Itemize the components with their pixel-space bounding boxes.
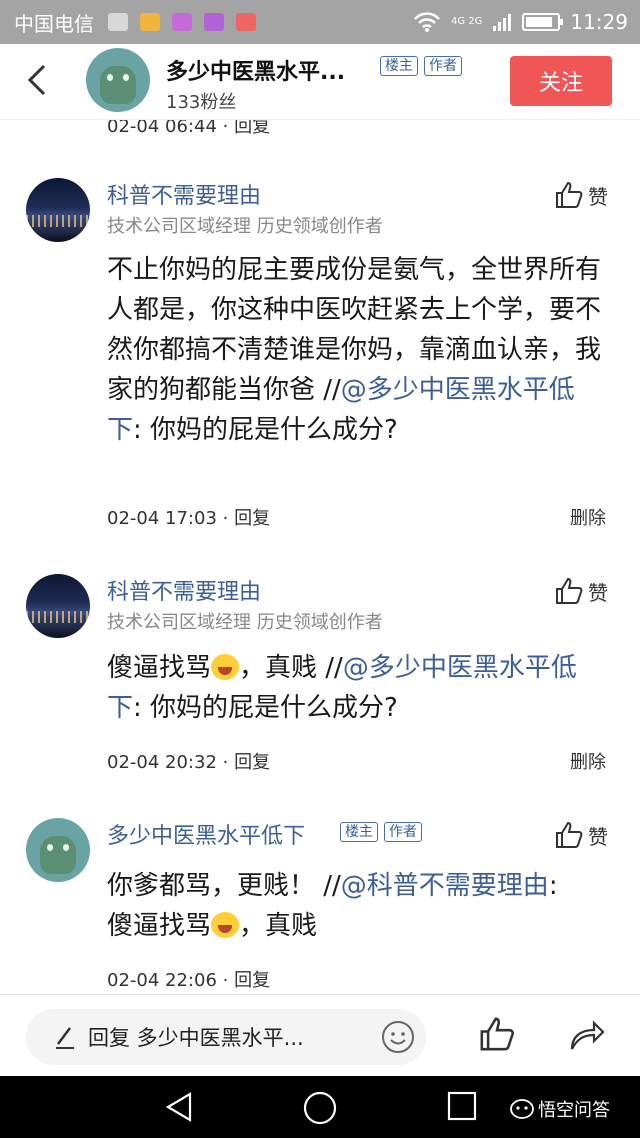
mention-link[interactable]: @科普不需要理由 bbox=[341, 871, 549, 901]
watermark-text: 悟空问答 bbox=[538, 1100, 610, 1121]
quoted-text: : 你妈的屁是什么成分? bbox=[133, 415, 398, 445]
author-tag: 作者 bbox=[384, 822, 422, 842]
thumbs-up-icon bbox=[556, 181, 583, 208]
avatar[interactable] bbox=[26, 178, 90, 242]
comment-author[interactable]: 科普不需要理由 bbox=[107, 574, 261, 606]
nav-recents-icon[interactable] bbox=[446, 1090, 478, 1122]
delete-button[interactable]: 删除 bbox=[570, 504, 606, 530]
quoted-text: : 你妈的屁是什么成分? bbox=[133, 693, 398, 723]
comment-body-cont: ，真贱 // bbox=[239, 653, 343, 683]
keyboard-icon bbox=[204, 13, 224, 31]
like-button[interactable]: 赞 bbox=[554, 576, 608, 606]
frog-eye-left bbox=[46, 844, 53, 852]
clock: 11:29 bbox=[570, 10, 628, 34]
colon: : bbox=[548, 871, 558, 901]
gallery-icon bbox=[172, 13, 192, 31]
thumbs-up-icon bbox=[556, 821, 583, 848]
mail-icon bbox=[140, 13, 160, 31]
network-type-label: 4G 2G bbox=[450, 16, 483, 27]
profile-header: 多少中医黑水平... 楼主 作者 133粉丝 关注 bbox=[0, 44, 640, 120]
laugh-cry-emoji-icon bbox=[211, 912, 240, 938]
thumbs-up-icon bbox=[556, 577, 583, 604]
comment-body: 傻逼找骂 bbox=[107, 653, 212, 683]
frog-face-icon bbox=[100, 65, 136, 105]
frog-eye-left bbox=[106, 74, 113, 82]
battery-icon bbox=[522, 13, 564, 31]
header-tags: 楼主 作者 bbox=[380, 56, 462, 76]
comment-meta[interactable]: 02-04 17:03 · 回复 bbox=[107, 504, 270, 530]
avatar[interactable] bbox=[86, 48, 150, 112]
owner-tag: 楼主 bbox=[340, 822, 378, 842]
status-bar: 中国电信 4G 2G 11:29 bbox=[0, 0, 640, 44]
like-label: 赞 bbox=[588, 580, 608, 605]
frog-eye-right bbox=[123, 74, 130, 82]
like-label: 赞 bbox=[588, 184, 608, 209]
like-label: 赞 bbox=[588, 824, 608, 849]
signal-icon bbox=[493, 14, 512, 31]
frog-face-icon bbox=[40, 835, 76, 875]
like-button[interactable]: 赞 bbox=[554, 820, 608, 850]
comment-author[interactable]: 科普不需要理由 bbox=[107, 178, 261, 210]
bottom-action-bar: 回复 多少中医黑水平... bbox=[0, 994, 640, 1076]
avatar[interactable] bbox=[26, 574, 90, 638]
back-icon[interactable] bbox=[18, 60, 58, 100]
author-tag: 作者 bbox=[424, 56, 462, 76]
diamond-icon bbox=[108, 13, 128, 31]
app-notification-icon bbox=[236, 13, 256, 31]
comment-body: 你爹都骂，更贱！ // bbox=[107, 871, 341, 901]
nav-home-icon[interactable] bbox=[302, 1090, 338, 1126]
author-subtitle: 技术公司区域经理 历史领域创作者 bbox=[107, 612, 383, 633]
pen-icon bbox=[56, 1027, 74, 1049]
reply-input[interactable]: 回复 多少中医黑水平... bbox=[26, 1009, 426, 1065]
laugh-cry-emoji-icon bbox=[211, 654, 240, 680]
wifi-icon bbox=[414, 12, 440, 32]
carrier-label: 中国电信 bbox=[14, 11, 94, 36]
thumbs-up-icon[interactable] bbox=[478, 1015, 516, 1053]
author-subtitle: 技术公司区域经理 历史领域创作者 bbox=[107, 216, 383, 237]
comment-text: 傻逼找骂 ，真贱 //@多少中医黑水平低下: 你妈的屁是什么成分? bbox=[107, 648, 607, 728]
follow-button[interactable]: 关注 bbox=[510, 56, 612, 106]
quoted-text-cont: ，真贱 bbox=[239, 911, 318, 941]
page: 中国电信 4G 2G 11:29 多少中医黑水平... 楼主 作者 133粉丝 … bbox=[0, 0, 640, 1138]
wukong-logo-icon bbox=[510, 1099, 534, 1119]
comment-meta[interactable]: 02-04 20:32 · 回复 bbox=[107, 748, 270, 774]
delete-button[interactable]: 删除 bbox=[570, 748, 606, 774]
fans-count: 133粉丝 bbox=[166, 92, 237, 113]
quoted-text: 傻逼找骂 bbox=[107, 911, 212, 941]
comment-author[interactable]: 多少中医黑水平低下 bbox=[107, 818, 305, 850]
watermark: 悟空问答 bbox=[510, 1096, 610, 1122]
nav-back-icon[interactable] bbox=[162, 1090, 196, 1124]
emoji-icon[interactable] bbox=[380, 1019, 416, 1055]
owner-tag: 楼主 bbox=[380, 56, 418, 76]
like-button[interactable]: 赞 bbox=[554, 180, 608, 210]
page-title[interactable]: 多少中医黑水平... bbox=[166, 54, 345, 86]
frog-eye-right bbox=[63, 844, 70, 852]
author-tags: 楼主 作者 bbox=[340, 822, 422, 842]
comment-text: 不止你妈的屁主要成份是氨气，全世界所有人都是，你这种中医吹赶紧去上个学，要不然你… bbox=[107, 250, 607, 450]
reply-placeholder: 回复 多少中医黑水平... bbox=[88, 1026, 304, 1050]
comment-meta[interactable]: 02-04 22:06 · 回复 bbox=[107, 966, 270, 992]
avatar[interactable] bbox=[26, 818, 90, 882]
comment-text: 你爹都骂，更贱！ //@科普不需要理由: 傻逼找骂 ，真贱 bbox=[107, 866, 607, 946]
share-icon[interactable] bbox=[568, 1015, 606, 1053]
